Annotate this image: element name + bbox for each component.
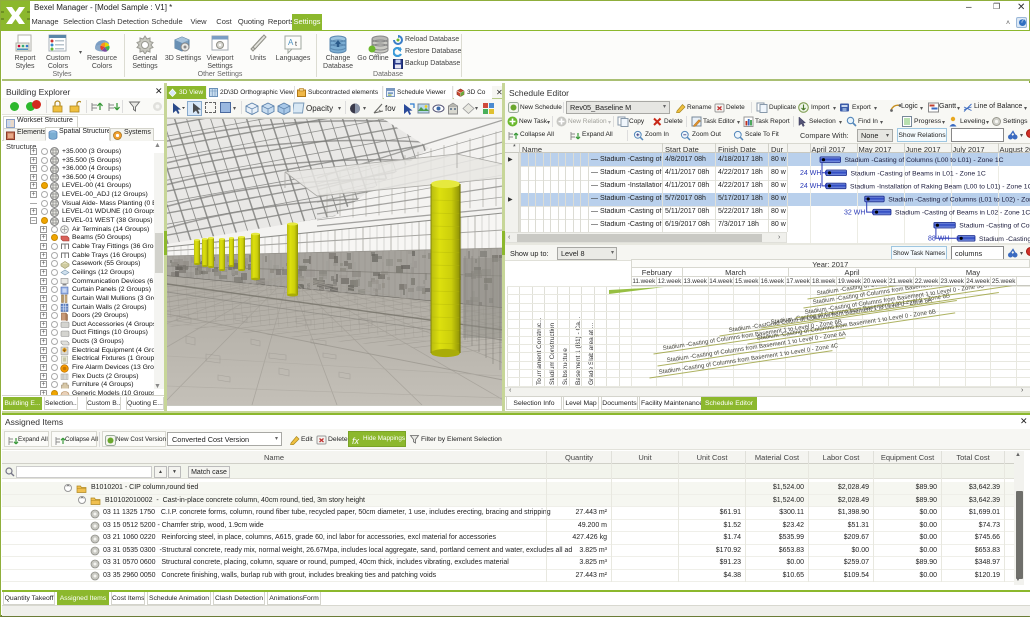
- svg-text:A: A: [288, 38, 294, 47]
- svg-text:Stadium -Casting of Columns (L: Stadium -Casting of Columns (L00 to L01)…: [845, 157, 1004, 164]
- svg-text:fx: fx: [352, 436, 360, 446]
- svg-text:Stadium -Casting: Stadium -Casting: [979, 236, 1030, 243]
- svg-text:Stadium -Casting of Beams in L: Stadium -Casting of Beams in L02 - Zone …: [895, 210, 1030, 217]
- svg-text:t: t: [295, 41, 297, 48]
- svg-text:32 WH: 32 WH: [844, 209, 865, 216]
- svg-text:Stadium -Casting of Beams in L: Stadium -Casting of Beams in L01 - Zone …: [851, 170, 986, 177]
- svg-text:Stadium -Installation of Rakin: Stadium -Installation of Raking Beam (L0…: [850, 183, 1030, 190]
- svg-text:Stadium -Casting of Colu: Stadium -Casting of Colu: [959, 223, 1030, 230]
- svg-text:Stadium -Casting of Columns (L: Stadium -Casting of Columns (L01 to L02)…: [888, 197, 1030, 204]
- svg-text:88 WH: 88 WH: [928, 236, 949, 243]
- svg-text:24 WH: 24 WH: [800, 170, 821, 177]
- svg-text:24 WH: 24 WH: [800, 183, 821, 190]
